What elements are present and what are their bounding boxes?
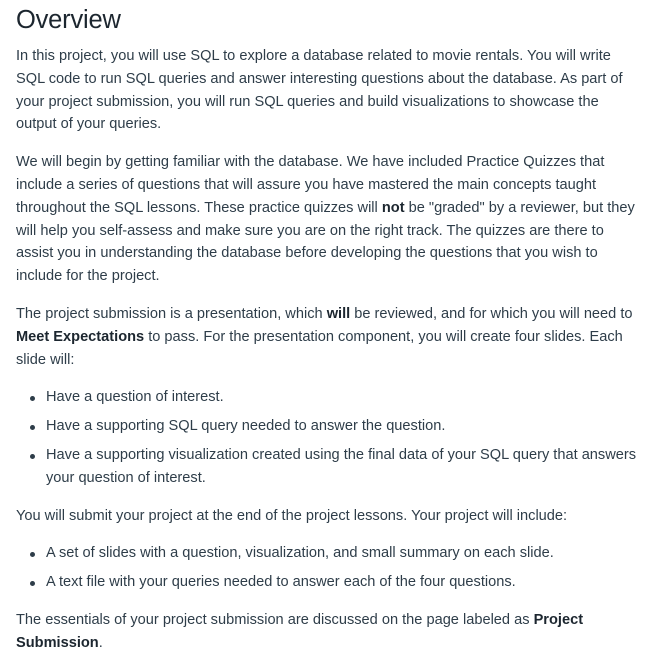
bullet-icon [30, 453, 35, 459]
page-title: Overview [16, 6, 121, 34]
submission-text-middle: be reviewed, and for which you will need… [350, 305, 633, 322]
submission-text-start: The project submission is a presentation… [16, 305, 327, 322]
list-item-text: A set of slides with a question, visuali… [46, 545, 554, 562]
bullet-icon [30, 425, 35, 431]
list-item: Have a supporting SQL query needed to an… [16, 415, 641, 438]
essentials-text-end: . [98, 634, 103, 651]
list-item: A set of slides with a question, visuali… [16, 542, 641, 565]
list-item-text: Have a supporting SQL query needed to an… [46, 418, 446, 435]
overview-content: Overview In this project, you will use S… [16, 0, 641, 670]
project-include-paragraph: You will submit your project at the end … [16, 507, 568, 524]
submission-paragraph: The project submission is a presentation… [16, 303, 641, 371]
list-item: Have a question of interest. [16, 386, 641, 409]
will-emphasis: will [326, 305, 351, 322]
intro-paragraph: In this project, you will use SQL to exp… [16, 48, 623, 133]
list-item-text: A text file with your queries needed to … [46, 574, 516, 591]
bullet-icon [30, 552, 35, 558]
list-item-text: Have a question of interest. [46, 389, 224, 406]
list-item: A text file with your queries needed to … [16, 571, 641, 594]
bullet-icon [30, 581, 35, 587]
list-item: Have a supporting visualization created … [16, 444, 641, 490]
practice-quizzes-paragraph: We will begin by getting familiar with t… [16, 151, 641, 288]
meet-expectations-emphasis: Meet Expectations [16, 328, 145, 345]
essentials-paragraph: The essentials of your project submissio… [16, 609, 641, 655]
essentials-text-start: The essentials of your project submissio… [16, 611, 534, 628]
list-item-text: Have a supporting visualization created … [46, 446, 637, 486]
bullet-icon [30, 396, 35, 402]
project-deliverables-list: A set of slides with a question, visuali… [16, 542, 641, 594]
not-emphasis: not [381, 199, 405, 216]
slide-requirements-list: Have a question of interest. Have a supp… [16, 386, 641, 489]
